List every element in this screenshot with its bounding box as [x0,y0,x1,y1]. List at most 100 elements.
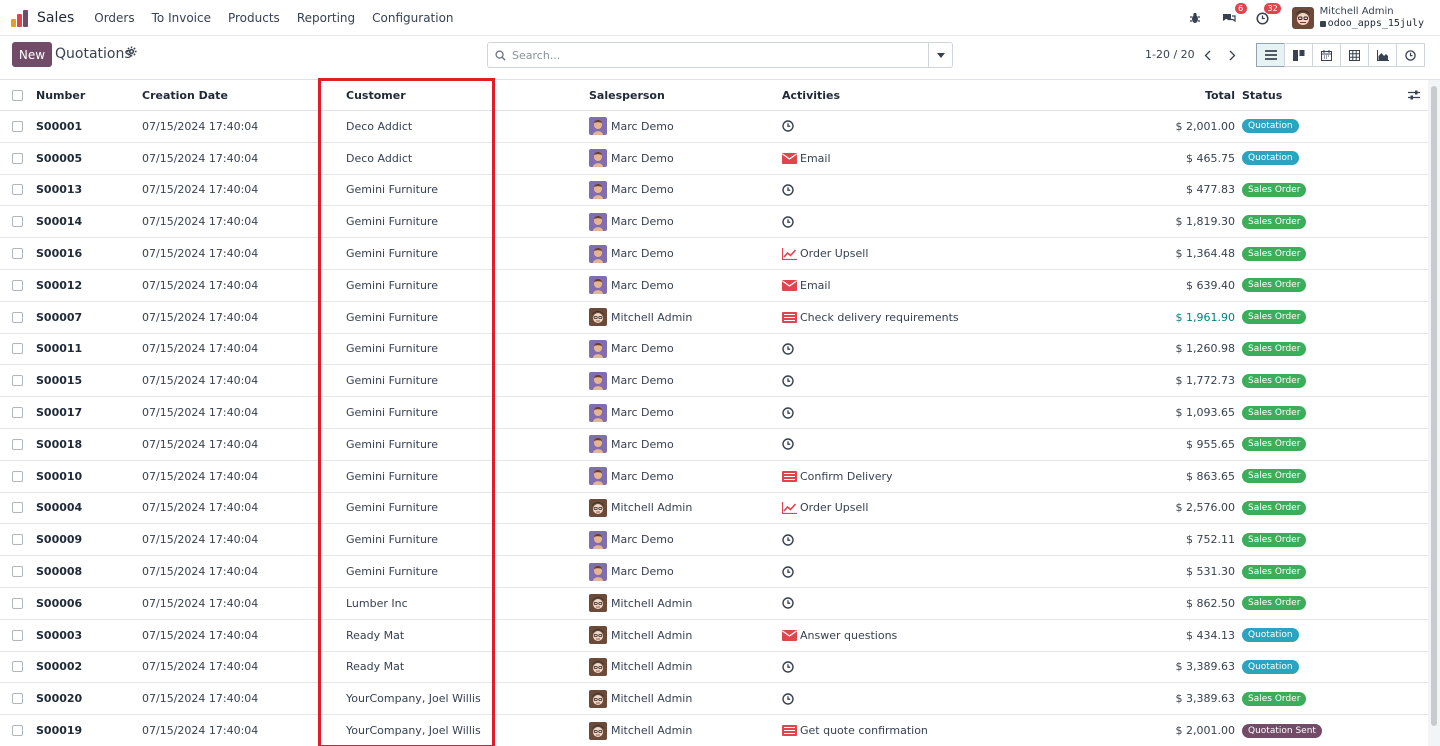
list-view-button[interactable] [1256,43,1285,67]
user-menu[interactable]: Mitchell Admin odoo_apps_15july [1319,6,1424,30]
salesperson[interactable]: Marc Demo [589,556,674,587]
table-row[interactable]: S00002 07/15/2024 17:40:04 Ready Mat Mitche… [0,652,1428,684]
clock-icon[interactable] [782,406,794,419]
salesperson[interactable]: Marc Demo [589,111,674,142]
activity-cell[interactable] [782,397,797,428]
salesperson[interactable]: Marc Demo [589,365,674,396]
table-row[interactable]: S00005 07/15/2024 17:40:04 Deco Addict Marc… [0,143,1428,175]
clock-icon[interactable] [782,216,794,228]
email-icon[interactable] [782,152,797,164]
salesperson[interactable]: Mitchell Admin [589,493,692,524]
column-customer[interactable]: Customer [346,80,406,110]
row-checkbox[interactable] [12,715,23,746]
activity-cell[interactable]: Confirm Delivery [782,461,893,492]
salesperson[interactable]: Mitchell Admin [589,683,692,714]
activity-cell[interactable] [782,175,797,206]
row-checkbox[interactable] [12,111,23,142]
salesperson[interactable]: Marc Demo [589,238,674,269]
table-row[interactable]: S00010 07/15/2024 17:40:04 Gemini Furnitur… [0,461,1428,493]
activity-cell[interactable]: Order Upsell [782,238,868,269]
clock-icon[interactable] [782,438,794,451]
calendar-view-button[interactable] [1312,43,1341,67]
row-checkbox[interactable] [12,143,23,174]
activity-cell[interactable] [782,334,797,365]
salesperson[interactable]: Marc Demo [589,143,674,174]
column-salesperson[interactable]: Salesperson [589,80,665,110]
activity-cell[interactable] [782,206,797,237]
salesperson[interactable]: Marc Demo [589,461,674,492]
table-row[interactable]: S00020 07/15/2024 17:40:04 YourCompany, Jo… [0,683,1428,716]
page-title[interactable]: Quotations [55,46,132,62]
search-options-toggle[interactable] [928,43,952,67]
row-checkbox[interactable] [12,620,23,651]
vertical-scrollbar[interactable] [1428,80,1440,746]
row-checkbox[interactable] [12,397,23,428]
todo-icon[interactable] [782,725,797,737]
salesperson[interactable]: Marc Demo [589,175,674,206]
activity-cell[interactable] [782,588,797,619]
email-icon[interactable] [782,629,797,641]
activity-cell[interactable] [782,556,797,587]
optional-columns-toggle[interactable] [1408,80,1420,110]
table-row[interactable]: S00009 07/15/2024 17:40:04 Gemini Furnitur… [0,524,1428,557]
menu-to-invoice[interactable]: To Invoice [152,11,211,25]
salesperson[interactable]: Marc Demo [589,334,674,365]
salesperson[interactable]: Mitchell Admin [589,715,692,746]
clock-icon[interactable] [782,534,794,546]
salesperson[interactable]: Mitchell Admin [589,652,692,683]
salesperson[interactable]: Marc Demo [589,524,674,555]
upsell-icon[interactable] [782,501,797,514]
table-row[interactable]: S00015 07/15/2024 17:40:04 Gemini Furnitur… [0,365,1428,398]
clock-icon[interactable] [782,184,794,196]
menu-orders[interactable]: Orders [94,11,134,25]
table-row[interactable]: S00007 07/15/2024 17:40:04 Gemini Furnitur… [0,302,1428,334]
table-row[interactable]: S00011 07/15/2024 17:40:04 Gemini Furnitur… [0,334,1428,366]
activity-cell[interactable]: Email [782,143,831,174]
row-checkbox[interactable] [12,270,23,301]
column-creation-date[interactable]: Creation Date [142,80,228,110]
row-checkbox[interactable] [12,334,23,365]
clock-icon[interactable] [782,661,794,673]
activity-cell[interactable]: Check delivery requirements [782,302,959,333]
column-number[interactable]: Number [36,80,85,110]
table-row[interactable]: S00019 07/15/2024 17:40:04 YourCompany, Jo… [0,715,1428,746]
graph-view-button[interactable] [1368,43,1397,67]
search-input[interactable] [512,48,912,62]
menu-products[interactable]: Products [228,11,280,25]
table-row[interactable]: S00016 07/15/2024 17:40:04 Gemini Furnitur… [0,238,1428,270]
chat-icon[interactable]: 6 [1220,3,1247,27]
new-button[interactable]: New [12,42,52,67]
clock-icon[interactable] [782,343,794,355]
table-row[interactable]: S00006 07/15/2024 17:40:04 Lumber Inc Mitch… [0,588,1428,620]
debug-bug-icon[interactable] [1186,9,1204,27]
row-checkbox[interactable] [12,461,23,492]
email-icon[interactable] [782,279,797,291]
clock-icon[interactable] [782,120,794,133]
todo-icon[interactable] [782,470,797,482]
table-row[interactable]: S00017 07/15/2024 17:40:04 Gemini Furnitur… [0,397,1428,429]
clock-icon[interactable] [782,375,794,387]
gear-icon[interactable] [126,46,137,60]
pager-next-button[interactable] [1221,43,1243,67]
salesperson[interactable]: Marc Demo [589,397,674,428]
row-checkbox[interactable] [12,652,23,683]
table-row[interactable]: S00003 07/15/2024 17:40:04 Ready Mat Mitche… [0,620,1428,652]
row-checkbox[interactable] [12,238,23,269]
column-total[interactable]: Total [1205,80,1235,110]
salesperson[interactable]: Marc Demo [589,429,674,460]
row-checkbox[interactable] [12,175,23,206]
column-status[interactable]: Status [1242,80,1282,110]
upsell-icon[interactable] [782,247,797,260]
menu-configuration[interactable]: Configuration [372,11,453,25]
salesperson[interactable]: Marc Demo [589,206,674,237]
scrollbar-thumb[interactable] [1431,86,1437,726]
row-checkbox[interactable] [12,524,23,555]
table-row[interactable]: S00014 07/15/2024 17:40:04 Gemini Furnitur… [0,206,1428,239]
activity-cell[interactable] [782,365,797,396]
row-checkbox[interactable] [12,588,23,619]
row-checkbox[interactable] [12,365,23,396]
todo-icon[interactable] [782,311,797,323]
table-row[interactable]: S00012 07/15/2024 17:40:04 Gemini Furnitur… [0,270,1428,302]
salesperson[interactable]: Marc Demo [589,270,674,301]
user-avatar[interactable] [1291,7,1314,29]
